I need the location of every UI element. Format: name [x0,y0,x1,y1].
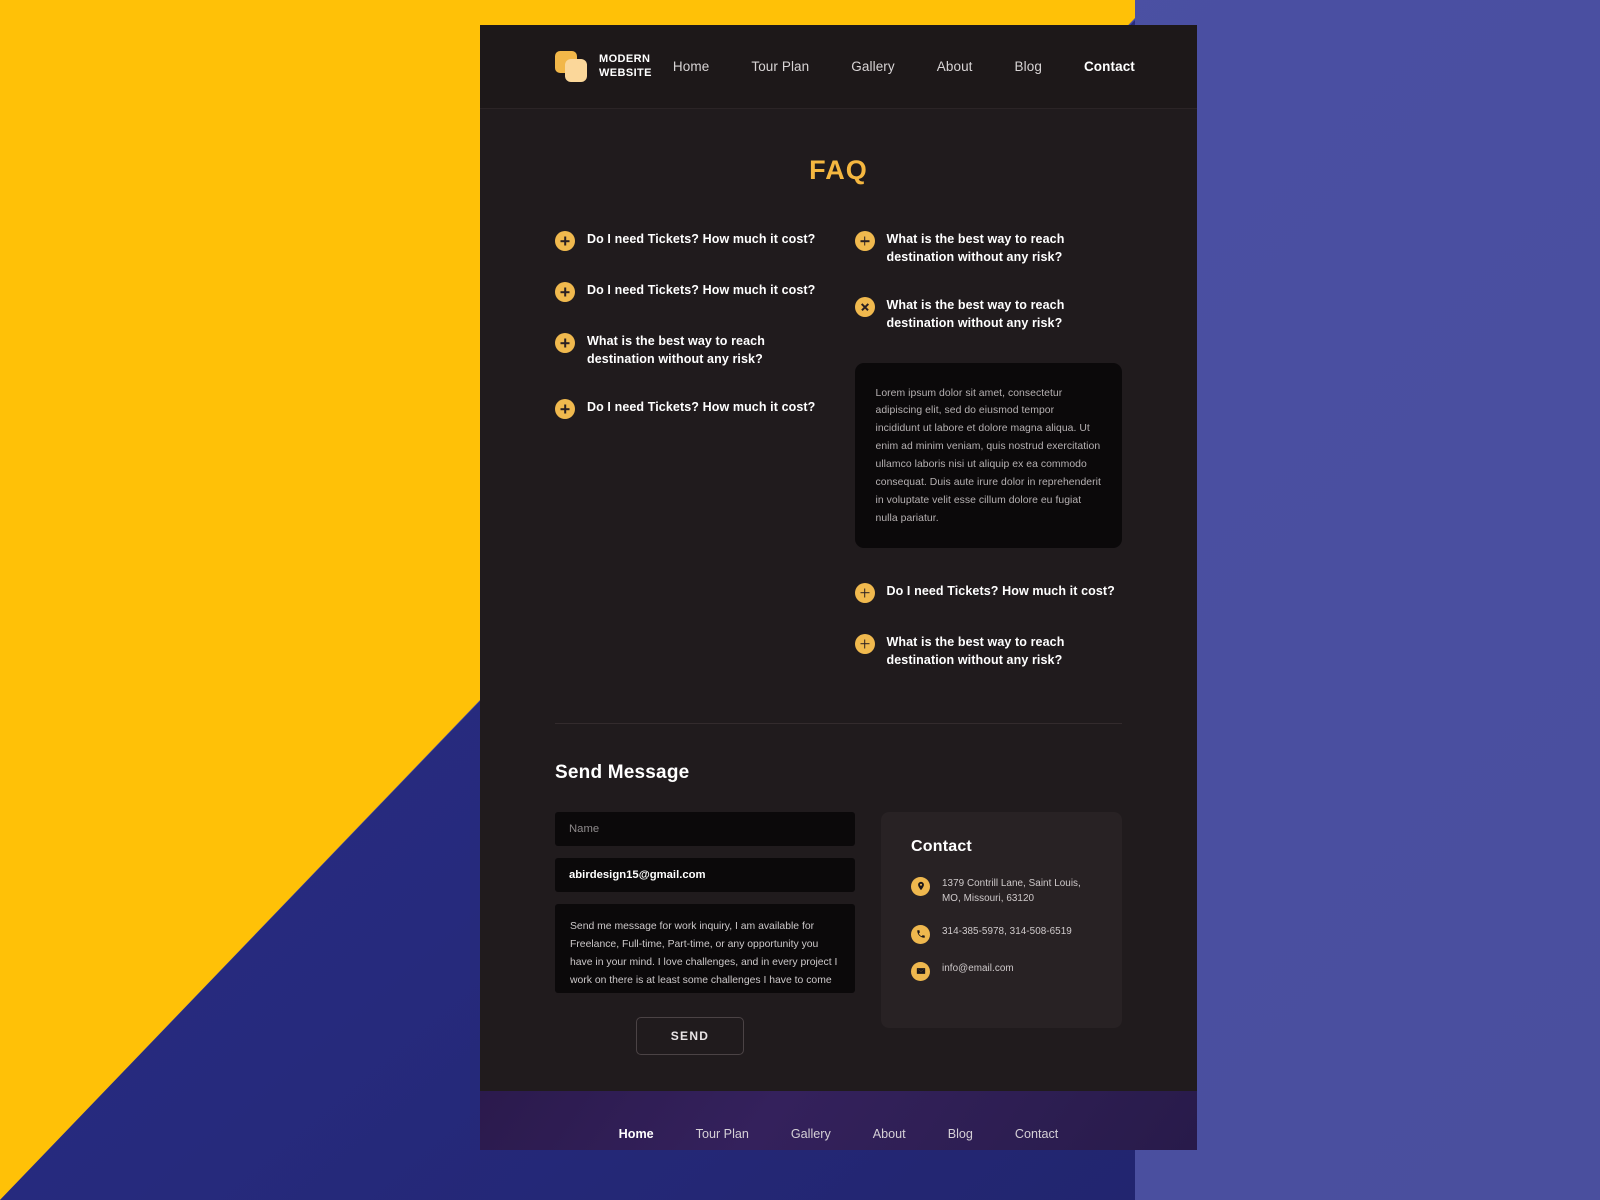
phone-icon [911,924,930,944]
faq-question: Do I need Tickets? How much it cost? [587,283,816,297]
faq-question: Do I need Tickets? How much it cost? [587,232,816,246]
contact-email-row: info@email.com [911,961,1100,981]
contact-phone-row: 314-385-5978, 314-508-6519 [911,924,1100,944]
footer-nav-item-tour-plan[interactable]: Tour Plan [675,1127,770,1141]
contact-address: 1379 Contrill Lane, Saint Louis, MO, Mis… [942,877,1081,905]
email-input[interactable] [555,857,855,892]
faq-question: Do I need Tickets? How much it cost? [587,400,816,415]
nav-item-tour-plan[interactable]: Tour Plan [730,59,830,74]
footer-nav-item-blog[interactable]: Blog [927,1127,994,1141]
nav-item-home[interactable]: Home [652,59,730,74]
faq-item[interactable]: Do I need Tickets? How much it cost? [555,230,823,251]
site-header: MODERN WEBSITE Home Tour Plan Gallery Ab… [480,25,1197,109]
faq-item-expanded[interactable]: What is the best way to reach destinatio… [854,296,1123,332]
faq-question: What is the best way to reach destinatio… [886,232,1065,265]
plus-icon[interactable] [555,282,575,302]
plus-icon[interactable] [854,633,875,654]
message-textarea[interactable] [555,903,855,993]
faq-item[interactable]: What is the best way to reach destinatio… [854,633,1123,669]
name-input[interactable] [555,811,855,846]
footer-nav-item-contact[interactable]: Contact [994,1127,1079,1141]
faq-section: FAQ Do I need Tickets? How much it cost?… [480,109,1197,699]
footer-nav: Home Tour Plan Gallery About Blog Contac… [480,1127,1197,1141]
brand-name-line1: MODERN [599,52,651,65]
nav-item-blog[interactable]: Blog [994,59,1063,74]
faq-item[interactable]: What is the best way to reach destinatio… [854,230,1123,266]
faq-title: FAQ [809,155,868,185]
send-message-heading: Send Message [555,761,690,783]
contact-info-card: Contact 1379 Contrill Lane, Saint Louis,… [881,811,1122,1028]
faq-question: Do I need Tickets? How much it cost? [886,583,1115,598]
send-button[interactable]: SEND [635,1016,745,1055]
faq-column-right: What is the best way to reach destinatio… [854,230,1123,699]
faq-item[interactable]: Do I need Tickets? How much it cost? [854,582,1123,603]
plus-icon[interactable] [555,333,575,353]
nav-item-about[interactable]: About [916,59,994,74]
contact-card-heading: Contact [911,837,972,855]
plus-icon[interactable] [555,231,575,251]
contact-email: info@email.com [942,962,1014,974]
faq-grid: Do I need Tickets? How much it cost? Do … [480,186,1197,699]
footer-nav-item-home[interactable]: Home [598,1127,675,1141]
faq-column-left: Do I need Tickets? How much it cost? Do … [555,230,823,699]
faq-question: What is the best way to reach destinatio… [587,334,765,367]
brand-name-line2: WEBSITE [599,66,652,79]
envelope-icon [911,961,930,981]
contact-address-row: 1379 Contrill Lane, Saint Louis, MO, Mis… [911,876,1100,907]
faq-question: What is the best way to reach destinatio… [886,634,1065,667]
faq-item[interactable]: Do I need Tickets? How much it cost? [555,281,823,302]
footer-nav-item-about[interactable]: About [852,1127,927,1141]
location-pin-icon [911,876,930,896]
site-footer: Home Tour Plan Gallery About Blog Contac… [480,1090,1197,1150]
plus-icon[interactable] [854,231,875,251]
nav-item-contact[interactable]: Contact [1063,59,1135,74]
main-nav: Home Tour Plan Gallery About Blog Contac… [652,59,1135,74]
faq-answer-panel: Lorem ipsum dolor sit amet, consectetur … [854,362,1122,548]
faq-item[interactable]: What is the best way to reach destinatio… [555,332,823,368]
contact-grid: SEND Contact 1379 Contrill Lane, Saint L… [555,811,1122,1055]
brand-logo[interactable]: MODERN WEBSITE [555,51,652,82]
logo-squares-icon [555,51,588,82]
faq-item[interactable]: Do I need Tickets? How much it cost? [555,398,823,420]
plus-icon[interactable] [555,399,575,420]
footer-nav-item-gallery[interactable]: Gallery [770,1127,852,1141]
contact-phone: 314-385-5978, 314-508-6519 [942,925,1072,937]
message-form: SEND [555,811,855,1055]
faq-question: What is the best way to reach destinatio… [886,298,1065,331]
faq-answer-text: Lorem ipsum dolor sit amet, consectetur … [875,387,1101,524]
close-icon[interactable] [854,297,875,318]
send-message-section: Send Message SEND Contact 1379 Contrill … [480,724,1197,1055]
send-button-row: SEND [555,1016,855,1055]
nav-item-gallery[interactable]: Gallery [830,59,915,74]
website-mockup: MODERN WEBSITE Home Tour Plan Gallery Ab… [480,25,1197,1150]
brand-name: MODERN WEBSITE [599,53,652,81]
plus-icon[interactable] [854,582,875,603]
